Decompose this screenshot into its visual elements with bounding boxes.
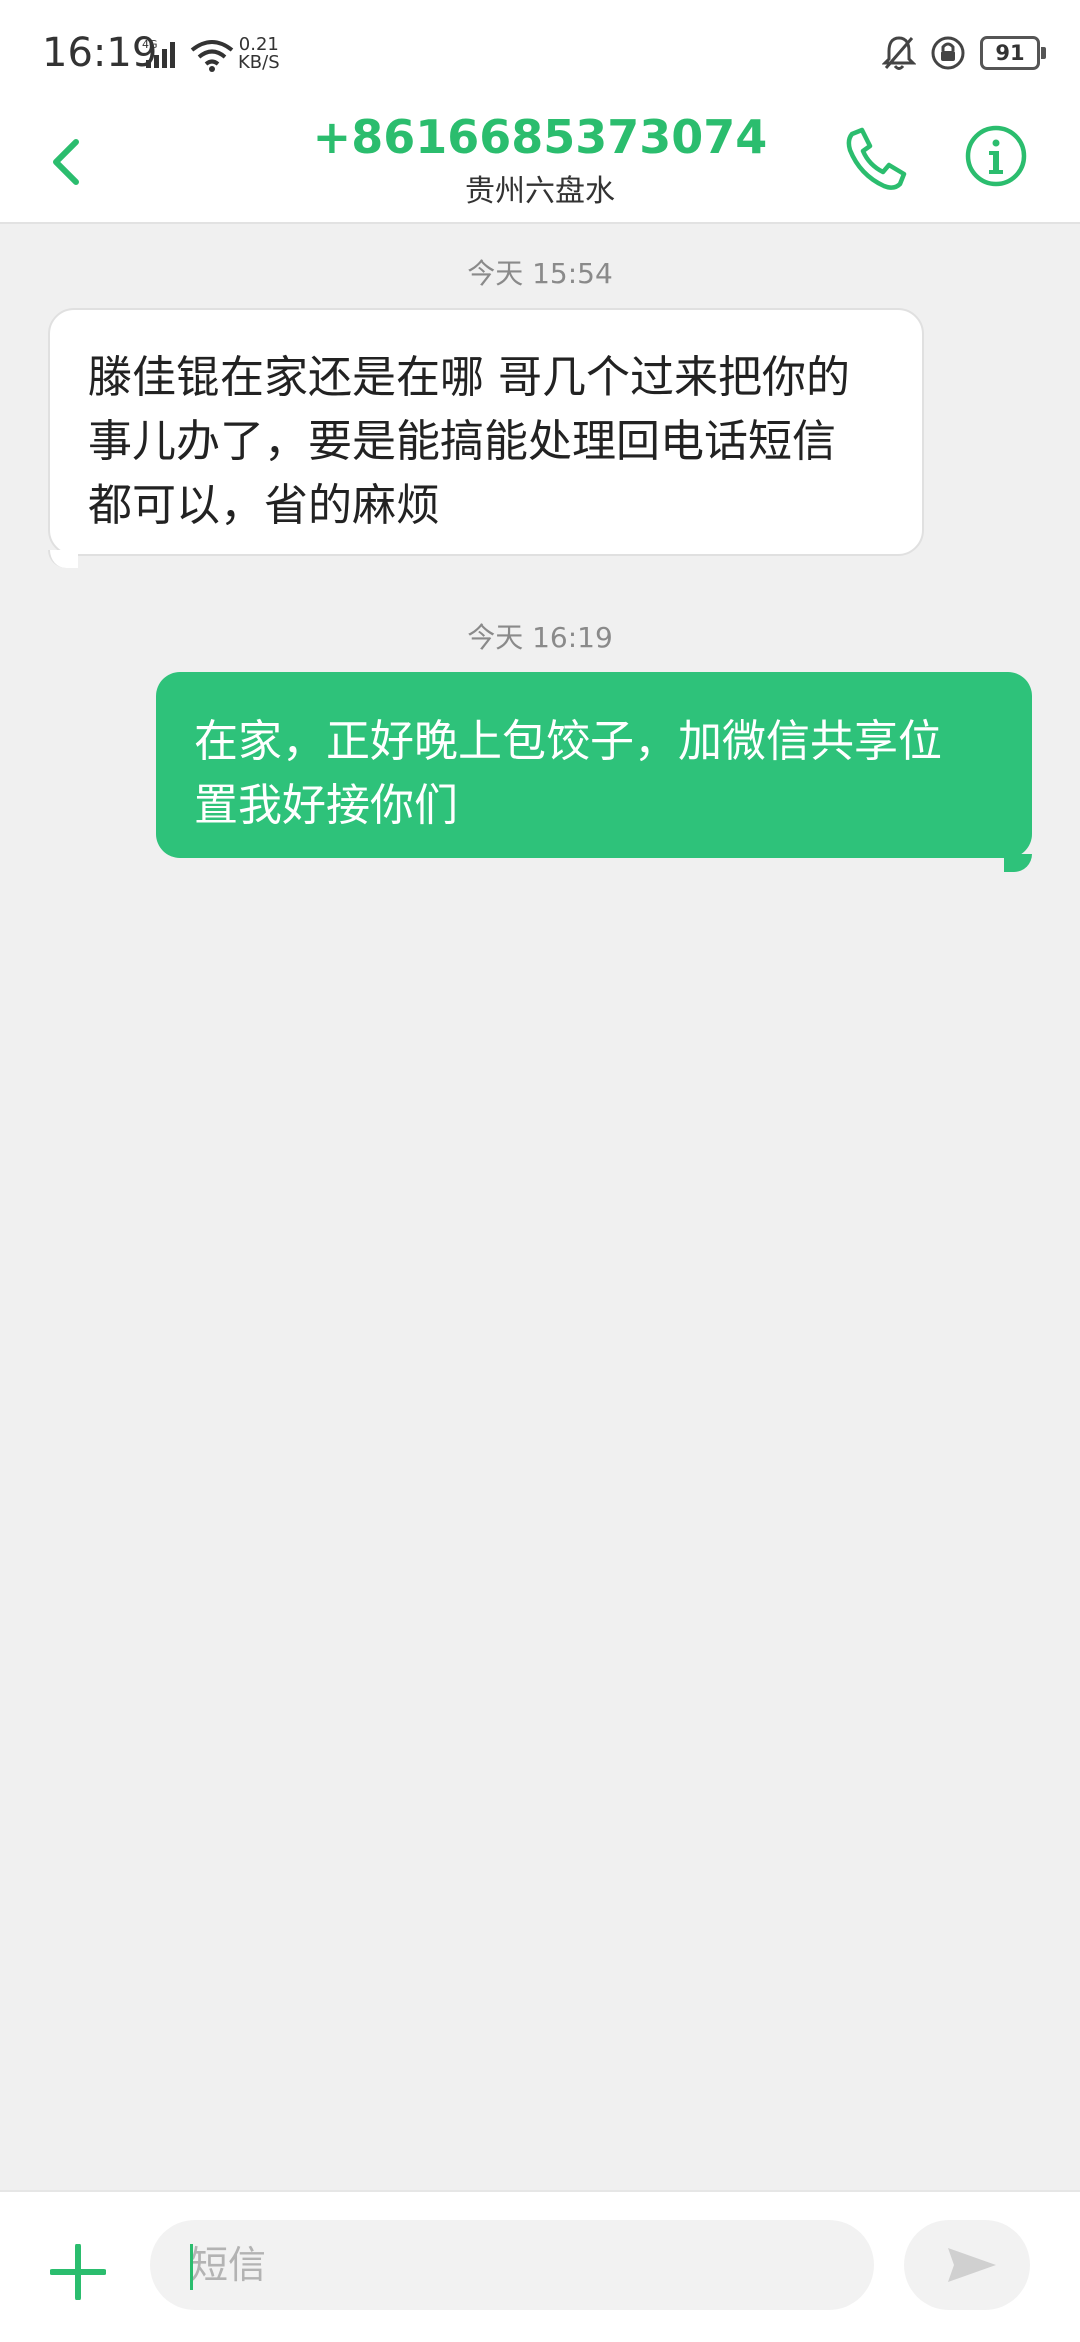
status-time: 16:19 [42,30,158,76]
signal-icon: 4G [142,38,175,68]
message-text-line: 事儿办了，要是能搞能处理回电话短信 [88,416,836,467]
contact-location: 贵州六盘水 [465,174,615,209]
contact-number: +8616685373074 [312,110,768,164]
status-bar: 16:19 4G 0.21 KB/S 91 [0,0,1080,110]
network-speed: 0.21 KB/S [238,36,280,72]
message-input[interactable] [150,2220,874,2310]
add-icon[interactable] [50,2244,106,2300]
message-timestamp: 今天 15:54 [467,257,613,290]
network-speed-unit: KB/S [238,52,280,73]
network-type-label: 4G [142,38,158,51]
message-timestamp: 今天 16:19 [467,621,613,654]
phone-icon[interactable] [838,120,908,200]
rotation-lock-icon [931,36,965,70]
incoming-message-bubble[interactable]: 滕佳锟在家还是在哪 哥几个过来把你的 事儿办了，要是能搞能处理回电话短信 都可以… [48,308,924,568]
message-text-line: 在家，正好晚上包饺子，加微信共享位 [194,716,942,767]
battery-icon: 91 [980,36,1046,70]
conversation-header: +8616685373074 贵州六盘水 [0,110,1080,224]
message-text-line: 都可以，省的麻烦 [88,480,440,531]
wifi-icon [190,40,234,72]
composer-bar [0,2190,1080,2342]
message-text-line: 置我好接你们 [194,780,458,831]
send-button[interactable] [904,2220,1030,2310]
outgoing-message-bubble[interactable]: 在家，正好晚上包饺子，加微信共享位 置我好接你们 [156,672,1032,872]
send-icon [948,2248,996,2282]
text-caret [190,2244,193,2290]
info-icon[interactable] [964,124,1028,188]
message-text-line: 滕佳锟在家还是在哪 哥几个过来把你的 [88,352,850,403]
status-icons: 91 [882,34,1046,72]
mute-bell-icon [882,36,916,70]
